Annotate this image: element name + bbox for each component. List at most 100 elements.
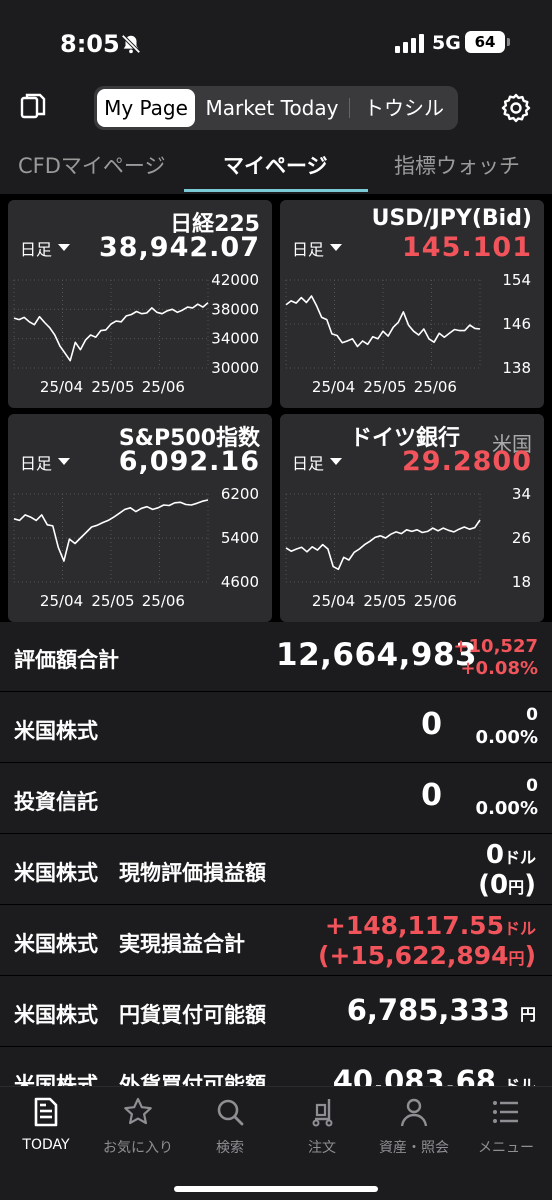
- market-card-usdjpy[interactable]: USD/JPY(Bid) 日足 145.101 154 146 138 25/04 25…: [280, 200, 544, 408]
- caret-down-icon: [58, 458, 70, 465]
- row-label: 米国株式 外貨買付可能額: [14, 1073, 266, 1087]
- x-tick-label: 25/06: [414, 592, 457, 610]
- row-label: 米国株式 円貨買付可能額: [14, 1003, 266, 1027]
- segment-market-today[interactable]: Market Today: [202, 89, 342, 127]
- y-tick-label: 18: [512, 573, 531, 591]
- tab-bar: CFDマイページ マイページ 指標ウォッチ: [0, 138, 552, 194]
- total-value: 12,664,983: [276, 637, 478, 673]
- caret-down-icon: [58, 244, 70, 251]
- yen-buying-power-row[interactable]: 米国株式 円貨買付可能額 6,785,333 円: [0, 976, 552, 1047]
- signal-icon: [395, 34, 424, 53]
- period-selector[interactable]: 日足: [20, 236, 52, 260]
- nav-label: 資産・照会: [379, 1140, 449, 1156]
- y-tick-label: 34000: [211, 330, 259, 348]
- x-tick-label: 25/06: [142, 592, 185, 610]
- total-change-pct: +0.08%: [460, 658, 538, 679]
- nav-label: お気に入り: [103, 1140, 173, 1156]
- status-time: 8:05: [60, 30, 120, 58]
- market-card-sp500[interactable]: S&P500指数 日足 6,092.16 6200 5400 4600 25/04 25…: [8, 414, 272, 622]
- tab-cfd-mypage[interactable]: CFDマイページ: [18, 150, 166, 180]
- unrealized-pl-row[interactable]: 米国株式 現物評価損益額 0ドル (0円): [0, 834, 552, 905]
- y-tick-label: 34: [512, 486, 531, 503]
- segment-toushiru[interactable]: トウシル: [354, 89, 454, 127]
- bottom-navigation: TODAY お気に入り 検索 注文 資産・照会 メニュー: [0, 1086, 552, 1200]
- price-chart: 34 26 18 25/04 25/05 25/06: [285, 486, 531, 610]
- row-label: 評価額合計: [14, 648, 119, 672]
- period-selector[interactable]: 日足: [292, 450, 324, 474]
- card-title: USD/JPY(Bid): [371, 206, 532, 231]
- fx-buying-power-row[interactable]: 米国株式 外貨買付可能額 40,083.68 ドル: [0, 1047, 552, 1087]
- unrealized-jpy: (0円): [478, 870, 536, 900]
- us-stocks-pct: 0.00%: [475, 727, 538, 748]
- card-price: 145.101: [402, 232, 532, 263]
- x-tick-label: 25/05: [363, 378, 406, 396]
- us-stocks-row[interactable]: 米国株式 0 0 0.00%: [0, 692, 552, 763]
- cart-icon: [312, 1099, 333, 1127]
- gear-icon[interactable]: [500, 92, 532, 124]
- realized-usd: +148,117.55ドル: [324, 911, 536, 940]
- realized-pl-row[interactable]: 米国株式 実現損益合計 +148,117.55ドル (+15,622,894円): [0, 905, 552, 976]
- nav-label: TODAY: [22, 1137, 70, 1153]
- realized-jpy: (+15,622,894円): [318, 941, 536, 970]
- row-label: 米国株式 実現損益合計: [14, 932, 245, 956]
- nav-assets[interactable]: 資産・照会: [368, 1095, 460, 1157]
- nav-search[interactable]: 検索: [184, 1095, 276, 1157]
- price-chart: 6200 5400 4600 25/04 25/05 25/06: [13, 486, 259, 610]
- y-tick-label: 30000: [211, 359, 259, 377]
- y-tick-label: 4600: [221, 573, 259, 591]
- total-valuation-row[interactable]: 評価額合計 12,664,983 +10,527 +0.08%: [0, 622, 552, 692]
- battery-icon: 64: [465, 31, 510, 53]
- y-tick-label: 26: [512, 529, 531, 547]
- period-selector[interactable]: 日足: [20, 450, 52, 474]
- bell-muted-icon: [121, 34, 141, 54]
- series-line: [285, 519, 481, 571]
- network-type: 5G: [432, 32, 461, 54]
- y-tick-label: 154: [502, 272, 531, 289]
- y-tick-label: 38000: [211, 300, 259, 318]
- x-tick-label: 25/05: [363, 592, 406, 610]
- us-stocks-value: 0: [421, 707, 442, 742]
- card-price: 6,092.16: [118, 446, 260, 477]
- x-tick-label: 25/05: [91, 592, 134, 610]
- x-tick-label: 25/04: [40, 592, 83, 610]
- market-card-nikkei[interactable]: 日経225 日足 38,942.07 42000 38000 34000 30000 2…: [8, 200, 272, 408]
- segment-my-page[interactable]: My Page: [97, 89, 195, 127]
- x-tick-label: 25/05: [91, 378, 134, 396]
- price-chart: 42000 38000 34000 30000 25/04 25/05 25/06: [13, 272, 259, 396]
- nav-order[interactable]: 注文: [276, 1095, 368, 1157]
- caret-down-icon: [330, 458, 342, 465]
- price-chart: 154 146 138 25/04 25/05 25/06: [285, 272, 531, 396]
- card-price: 29.2800: [402, 446, 532, 477]
- home-indicator: [174, 1186, 378, 1192]
- caret-down-icon: [330, 244, 342, 251]
- app-header: My Page Market Today トウシル: [0, 80, 552, 138]
- copy-icon[interactable]: [18, 92, 48, 122]
- funds-change: 0: [526, 776, 538, 796]
- us-stocks-change: 0: [526, 705, 538, 725]
- total-change: +10,527: [453, 636, 538, 657]
- nav-favorites[interactable]: お気に入り: [92, 1095, 184, 1157]
- person-icon: [400, 1098, 428, 1127]
- x-tick-label: 25/04: [40, 378, 83, 396]
- tab-mypage[interactable]: マイページ: [223, 150, 328, 180]
- status-bar: 8:05 5G 64: [0, 0, 552, 80]
- investment-trust-row[interactable]: 投資信託 0 0 0.00%: [0, 763, 552, 834]
- nav-label: 検索: [216, 1140, 244, 1156]
- period-selector[interactable]: 日足: [292, 236, 324, 260]
- page-segmented-control: My Page Market Today トウシル: [94, 86, 458, 130]
- tab-indicator-watch[interactable]: 指標ウォッチ: [394, 150, 520, 180]
- menu-icon: [493, 1101, 518, 1123]
- funds-value: 0: [421, 778, 442, 813]
- y-tick-label: 146: [502, 315, 531, 333]
- segment-divider: [349, 98, 350, 118]
- nav-today[interactable]: TODAY: [0, 1095, 92, 1153]
- y-tick-label: 138: [502, 359, 531, 377]
- x-tick-label: 25/06: [142, 378, 185, 396]
- unrealized-usd: 0ドル: [485, 840, 536, 870]
- market-card-deutsche-bank[interactable]: ドイツ銀行 米国 日足 29.2800 34 26 18 25/04 25/05 25/0…: [280, 414, 544, 622]
- funds-pct: 0.00%: [475, 798, 538, 819]
- y-tick-label: 5400: [221, 529, 259, 547]
- card-price: 38,942.07: [98, 232, 260, 263]
- nav-menu[interactable]: メニュー: [460, 1095, 552, 1157]
- row-label: 米国株式 現物評価損益額: [14, 861, 266, 885]
